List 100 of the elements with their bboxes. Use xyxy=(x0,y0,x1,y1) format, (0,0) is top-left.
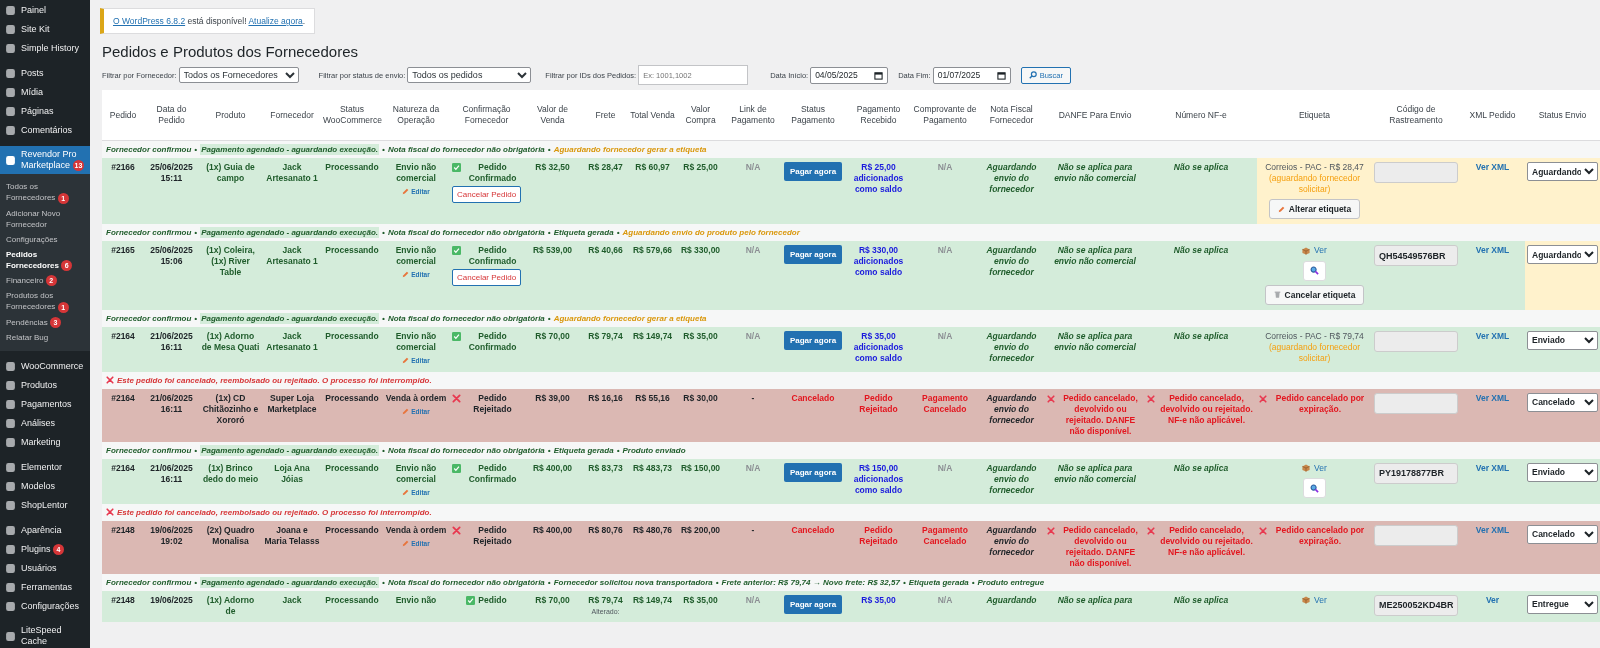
operation-type: Venda à ordem xyxy=(384,392,448,404)
search-icon xyxy=(1310,483,1319,493)
table-cell: #2148 xyxy=(102,590,144,622)
table-cell: Processando xyxy=(322,590,382,622)
cancel-label-button[interactable]: Cancelar etiqueta xyxy=(1264,284,1365,305)
date-field[interactable]: 04/05/2025 xyxy=(810,66,889,84)
search-icon xyxy=(1028,71,1037,79)
separator-dot: • xyxy=(194,445,198,455)
view-xml-link[interactable]: Ver xyxy=(1485,594,1500,605)
menu-item[interactable]: Elementor xyxy=(0,458,90,478)
column-header: Valor Compra xyxy=(676,90,725,141)
menu-item[interactable]: Marketing xyxy=(0,433,90,453)
menu-item[interactable]: Análises xyxy=(0,414,90,434)
pay-now-button[interactable]: Pagar agora xyxy=(783,245,843,264)
shipping-status-select[interactable]: Aguardando xyxy=(1527,162,1598,181)
menu-item[interactable]: Simple History xyxy=(0,39,90,58)
view-xml-link[interactable]: Ver XML xyxy=(1475,462,1510,473)
nfe-status: Pedido cancelado, devolvido ou rejeitado. NF-e não aplicável. xyxy=(1159,524,1254,558)
menu-item[interactable]: LiteSpeed Cache xyxy=(0,622,90,648)
status-select[interactable]: Todos os pedidos xyxy=(407,67,532,83)
pay-now-button[interactable]: Pagar agora xyxy=(783,330,843,350)
view-label-link[interactable]: Ver xyxy=(1302,245,1327,256)
cancel-order-button[interactable]: Cancelar Pedido xyxy=(452,269,522,286)
table-cell: Jack Artesanato 1 xyxy=(262,158,322,224)
supplier-select[interactable]: Todos os Fornecedores xyxy=(178,67,299,83)
tracking-code-field[interactable]: ME250052KD4BR xyxy=(1374,594,1458,616)
tracking-code-field[interactable] xyxy=(1374,524,1458,546)
shipping-status-select[interactable]: Enviado xyxy=(1527,462,1598,482)
completed-step: Etiqueta gerada xyxy=(553,228,614,237)
menu-item[interactable]: Aparência xyxy=(0,521,90,541)
shipping-status-select[interactable]: Entregue xyxy=(1527,594,1598,614)
view-xml-link[interactable]: Ver XML xyxy=(1475,330,1510,341)
menu-item[interactable]: Comentários xyxy=(0,121,90,140)
pay-now-button[interactable]: Pagar agora xyxy=(783,162,843,181)
menu-item[interactable]: Páginas xyxy=(0,102,90,121)
submenu-item[interactable]: Configurações xyxy=(0,231,90,247)
menu-item[interactable]: Modelos xyxy=(0,477,90,497)
table-cell: N/A xyxy=(725,326,781,372)
menu-icon xyxy=(5,43,16,54)
table-cell: R$ 35,00 xyxy=(676,590,725,622)
table-cell: R$ 150,00 xyxy=(676,458,725,504)
cross-icon xyxy=(1047,526,1055,535)
tracking-code-field[interactable]: PY19178877BR xyxy=(1374,462,1458,484)
menu-item[interactable]: Configurações xyxy=(0,597,90,617)
separator-dot: • xyxy=(382,577,385,587)
view-xml-link[interactable]: Ver XML xyxy=(1475,162,1510,172)
table-cell: Pedido Rejeitado xyxy=(845,520,912,574)
view-label-link[interactable]: Ver xyxy=(1302,594,1327,606)
menu-item[interactable]: Posts xyxy=(0,64,90,83)
pay-now-button[interactable]: Pagar agora xyxy=(783,594,843,614)
view-xml-link[interactable]: Ver XML xyxy=(1475,245,1510,255)
tracking-code-field[interactable] xyxy=(1374,330,1458,352)
shipping-status-select[interactable]: Enviado xyxy=(1527,330,1598,350)
tracking-code-field[interactable] xyxy=(1374,162,1458,183)
menu-item[interactable]: Painel xyxy=(0,1,90,20)
table-cell: #2165 xyxy=(102,241,144,310)
table-cell: R$ 25,00 xyxy=(676,158,725,224)
menu-item[interactable]: Pagamentos xyxy=(0,395,90,415)
table-cell: R$ 39,00 xyxy=(523,388,582,442)
table-cell: N/A xyxy=(725,590,781,622)
table-cell: R$ 35,00 xyxy=(676,326,725,372)
pay-now-button[interactable]: Pagar agora xyxy=(783,462,843,482)
table-cell: Jack xyxy=(262,590,322,622)
table-cell: Cancelado xyxy=(781,388,845,442)
menu-item[interactable]: Usuários xyxy=(0,559,90,579)
table-cell: (1x) Brinco dedo do meio xyxy=(199,458,262,504)
table-cell: R$ 480,76 xyxy=(629,520,676,574)
pencil-icon xyxy=(402,188,410,195)
submenu-item[interactable]: Relatar Bug xyxy=(0,330,90,346)
submenu-item[interactable]: Adicionar Novo Fornecedor xyxy=(0,205,90,232)
menu-item[interactable]: WooCommerce xyxy=(0,357,90,377)
completed-step: Fornecedor confirmou xyxy=(106,445,192,455)
search-button[interactable] xyxy=(1303,260,1326,281)
cross-icon xyxy=(1147,526,1155,535)
menu-item[interactable]: Ferramentas xyxy=(0,578,90,598)
menu-item[interactable]: Produtos xyxy=(0,376,90,396)
shipping-status-select[interactable]: Aguardando xyxy=(1527,245,1598,264)
table-cell: R$ 35,00 adicionados como saldo xyxy=(845,326,912,372)
menu-icon xyxy=(5,87,16,98)
update-link[interactable]: Atualize agora xyxy=(248,16,303,26)
menu-icon xyxy=(5,399,16,411)
search-button[interactable] xyxy=(1303,478,1326,498)
view-label-link[interactable]: Ver xyxy=(1302,462,1327,474)
menu-item[interactable]: Mídia xyxy=(0,83,90,102)
shipping-status-select[interactable]: Cancelado xyxy=(1527,524,1598,544)
table-cell: Aguardando xyxy=(978,590,1045,622)
version-link[interactable]: O WordPress 6.8.2 xyxy=(113,16,186,26)
tracking-code-field[interactable]: QH54549576BR xyxy=(1374,245,1458,266)
change-label-button[interactable]: Alterar etiqueta xyxy=(1268,199,1361,219)
table-cell: Joana e Maria Telasss xyxy=(262,520,322,574)
shipping-status-select[interactable]: Cancelado xyxy=(1527,392,1598,412)
table-cell: R$ 32,50 xyxy=(523,158,582,224)
column-header: Status Envio xyxy=(1525,90,1600,141)
menu-item[interactable]: ShopLentor xyxy=(0,496,90,516)
confirmation-status: Pedido Confirmado xyxy=(467,462,518,485)
date-field[interactable]: 01/07/2025 xyxy=(932,66,1011,84)
menu-item[interactable]: Site Kit xyxy=(0,20,90,39)
menu-icon xyxy=(5,361,16,373)
cancel-order-button[interactable]: Cancelar Pedido xyxy=(452,186,522,203)
tracking-code-field[interactable] xyxy=(1374,392,1458,414)
